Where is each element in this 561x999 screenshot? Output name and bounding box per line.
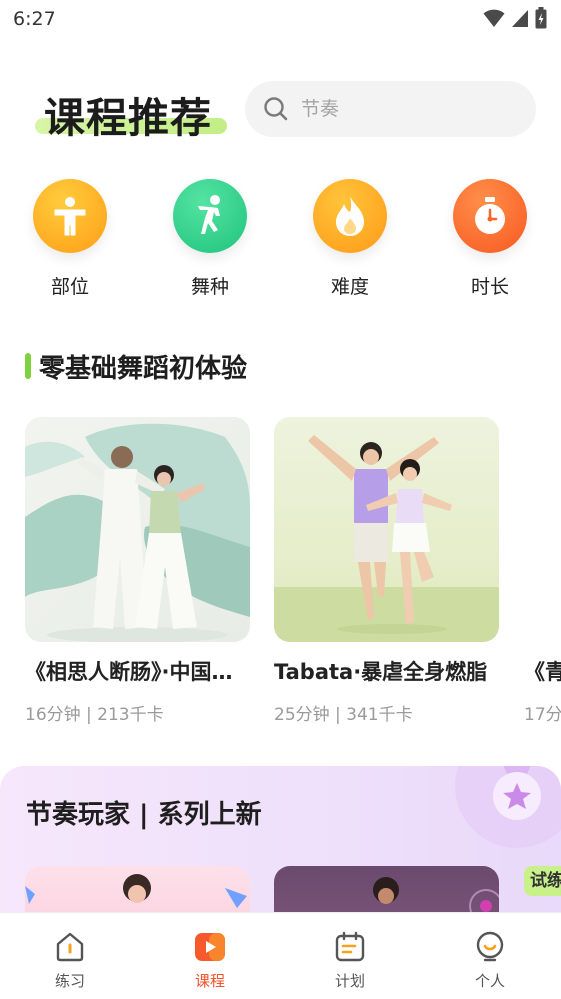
- course-card-partial[interactable]: 《青 17分: [524, 417, 561, 725]
- category-body-part[interactable]: 部位: [20, 179, 120, 299]
- course-meta: 17分: [524, 705, 561, 725]
- tab-label: 练习: [54, 972, 85, 990]
- status-bar: 6:27: [0, 0, 561, 40]
- tab-courses[interactable]: 课程: [160, 913, 260, 999]
- course-thumbnail-image: [274, 417, 499, 642]
- page-title: 课程推荐: [44, 94, 212, 142]
- medal-badge-icon: [455, 766, 561, 848]
- category-circle: [313, 179, 387, 253]
- section-title: 节奏玩家 | 系列上新: [26, 800, 262, 830]
- category-circle: [453, 179, 527, 253]
- section-accent-bar: [25, 353, 31, 379]
- category-dance-style[interactable]: 舞种: [160, 179, 260, 299]
- search-icon: [264, 97, 288, 121]
- play-icon: [195, 933, 225, 961]
- tab-label: 计划: [334, 972, 365, 990]
- tab-profile[interactable]: 个人: [440, 913, 540, 999]
- body-icon: [54, 197, 86, 236]
- category-circle: [33, 179, 107, 253]
- screen: 6:27 课程推荐 部位 舞种: [0, 0, 561, 999]
- page-title-area: 课程推荐: [35, 82, 230, 142]
- dancer-icon: [198, 195, 220, 234]
- category-label: 部位: [50, 276, 89, 298]
- course-card[interactable]: 《相思人断肠》·中国… 16分钟 | 213千卡: [25, 417, 250, 725]
- course-thumbnail-placeholder: [524, 417, 561, 642]
- course-title: Tabata·暴虐全身燃脂: [274, 660, 488, 684]
- search-input[interactable]: [301, 98, 501, 120]
- category-label: 难度: [330, 276, 369, 298]
- course-card[interactable]: Tabata·暴虐全身燃脂 25分钟 | 341千卡: [274, 417, 499, 725]
- battery-icon: [535, 7, 547, 29]
- category-difficulty[interactable]: 难度: [300, 179, 400, 299]
- status-icons: [483, 7, 547, 29]
- status-time: 6:27: [13, 8, 56, 30]
- tab-label: 课程: [194, 972, 225, 990]
- course-meta: 16分钟 | 213千卡: [25, 705, 164, 725]
- category-label: 时长: [470, 276, 509, 298]
- tab-plan[interactable]: 计划: [300, 913, 400, 999]
- course-thumbnail-image: [25, 417, 250, 642]
- category-circle: [173, 179, 247, 253]
- tab-label: 个人: [474, 972, 505, 990]
- wifi-icon: [483, 9, 505, 27]
- trial-tag: 试练: [524, 866, 561, 896]
- cell-signal-icon: [512, 9, 528, 27]
- search-box[interactable]: [245, 81, 536, 137]
- course-meta: 25分钟 | 341千卡: [274, 705, 413, 725]
- flame-icon: [336, 196, 364, 236]
- section-title: 零基础舞蹈初体验: [39, 353, 248, 384]
- section-header-beginner: 零基础舞蹈初体验: [25, 348, 247, 384]
- profile-icon: [476, 931, 504, 962]
- course-title: 《青: [524, 660, 561, 684]
- home-icon: [56, 932, 84, 962]
- stopwatch-icon: [475, 197, 505, 234]
- category-duration[interactable]: 时长: [440, 179, 540, 299]
- category-label: 舞种: [190, 276, 229, 298]
- category-row: 部位 舞种 难度 时长: [0, 179, 561, 299]
- bottom-tab-bar: 练习 课程 计划 个人: [0, 912, 561, 999]
- calendar-icon: [335, 931, 365, 962]
- course-title: 《相思人断肠》·中国…: [25, 660, 233, 684]
- tab-practice[interactable]: 练习: [20, 913, 120, 999]
